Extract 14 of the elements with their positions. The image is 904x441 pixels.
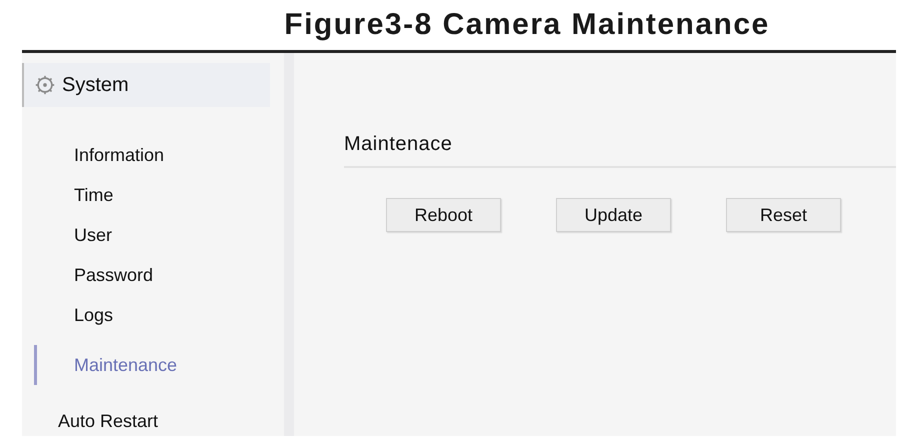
sidebar-item[interactable]: Auto Restart	[34, 401, 162, 441]
settings-icon	[34, 74, 56, 96]
action-button[interactable]: Reboot	[386, 198, 501, 232]
action-button[interactable]: Reset	[726, 198, 841, 232]
figure-caption: Figure3-8 Camera Maintenance	[283, 7, 771, 43]
sidebar-item[interactable]: Time	[34, 175, 118, 215]
sidebar-item[interactable]: Maintenance	[34, 345, 182, 385]
sidebar-header-label: System	[62, 74, 129, 96]
sidebar-item[interactable]: Information	[34, 135, 168, 175]
sidebar-item[interactable]: Logs	[34, 295, 118, 335]
action-button[interactable]: Update	[556, 198, 671, 232]
section-title: Maintenace	[344, 133, 452, 156]
sidebar-item[interactable]: User	[34, 215, 116, 255]
sidebar-item[interactable]: Password	[34, 255, 158, 295]
